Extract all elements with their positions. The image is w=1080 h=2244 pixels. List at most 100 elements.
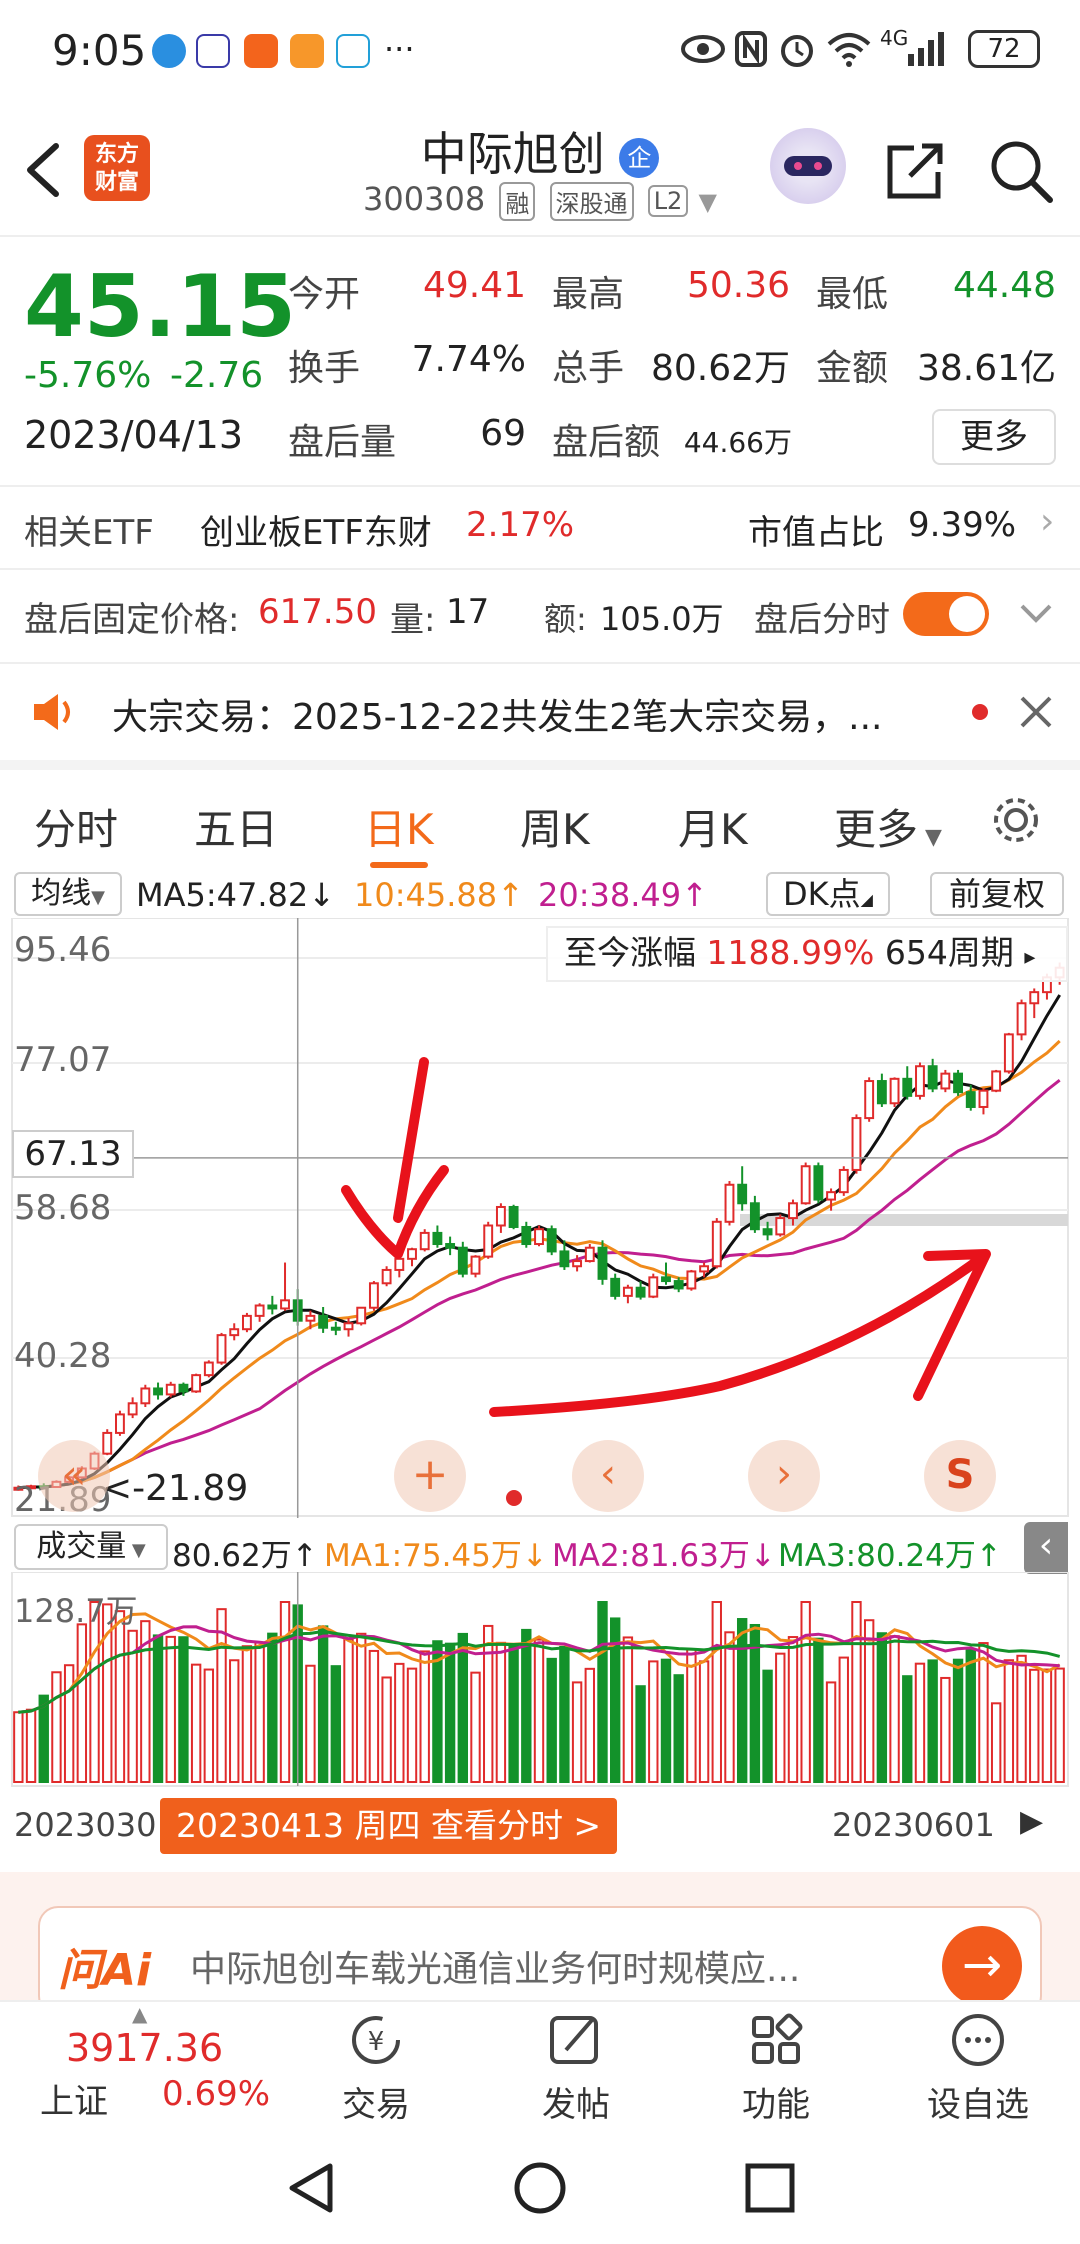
candle-up [788, 1202, 798, 1220]
app-notification-icon [244, 34, 278, 68]
tab-timeshare[interactable]: 分时 [34, 796, 118, 857]
volume-bar-up [394, 1662, 405, 1783]
candle-up [115, 1413, 125, 1434]
ma-selector[interactable]: 均线▼ [14, 872, 122, 916]
etf-name[interactable]: 创业板ETF东财 [200, 505, 432, 554]
nav-add-watchlist[interactable]: 设自选 [908, 2012, 1048, 2126]
scroll-start-button[interactable]: « [38, 1440, 110, 1512]
after-timeshare-toggle[interactable] [903, 592, 989, 636]
more-notifications-icon: ··· [384, 30, 415, 68]
volume-legend-row: 成交量 ▼ 80.62万↑ MA1:75.45万↓ MA2:81.63万↓ MA… [0, 1522, 1080, 1574]
scroll-right-button[interactable]: › [748, 1440, 820, 1512]
kline-svg[interactable] [0, 917, 1080, 1518]
candle-up [165, 1383, 176, 1396]
etf-row[interactable]: 相关ETF 创业板ETF东财 2.17% 市值占比 9.39% › [0, 485, 1080, 565]
turnover-value: 7.74% [411, 339, 526, 380]
volume-chart[interactable]: 128.7万 [0, 1571, 1080, 1792]
candle-down [521, 1225, 532, 1246]
open-label: 今开 [288, 274, 361, 315]
volume-max-label: 128.7万 [14, 1592, 138, 1630]
volume-bar-up [838, 1656, 849, 1783]
scroll-left-button[interactable]: ‹ [572, 1440, 644, 1512]
volume-bar-up [533, 1638, 545, 1783]
next-arrow-icon[interactable]: ▶ [1020, 1804, 1043, 1839]
after-volume-label: 盘后量 [288, 422, 397, 463]
volume-bar-up [51, 1671, 62, 1783]
volume-bar-down [444, 1642, 456, 1783]
volume-bar-up [356, 1632, 367, 1783]
collapse-panel-button[interactable]: ‹ [1024, 1522, 1068, 1574]
signal-s-button[interactable]: S [924, 1440, 996, 1512]
current-price: 45.15 [24, 257, 297, 357]
gain-since-badge[interactable]: 至今涨幅 1188.99% 654周期 ▸ [546, 926, 1068, 982]
volume-bar-up [190, 1663, 202, 1783]
candle-down [749, 1202, 760, 1231]
volume-bar-up [584, 1667, 595, 1783]
chevron-right-icon: › [1040, 501, 1055, 542]
settings-icon[interactable] [988, 792, 1044, 848]
candle-up [191, 1374, 202, 1393]
index-value[interactable]: 3917.36 [66, 2026, 223, 2070]
system-back-icon[interactable] [284, 2160, 340, 2216]
tab-more[interactable]: 更多 ▼ [834, 796, 942, 857]
candle-up [254, 1304, 265, 1317]
candle-up [648, 1276, 659, 1298]
volume-bar-up [825, 1681, 837, 1783]
candle-down [546, 1228, 557, 1253]
speaker-icon [34, 694, 70, 730]
volume-bar-up [711, 1601, 722, 1783]
dk-point-button[interactable]: DK点◢ [766, 872, 890, 916]
ask-ai-go-button[interactable]: → [942, 1926, 1022, 2006]
share-icon[interactable] [884, 140, 946, 202]
tab-five-day[interactable]: 五日 [194, 796, 278, 857]
index-name[interactable]: 上证 [40, 2074, 108, 2123]
system-recents-icon[interactable] [742, 2160, 798, 2216]
volume-bar-down [927, 1659, 938, 1783]
candle-down [432, 1231, 443, 1246]
volume-svg[interactable] [0, 1571, 1080, 1792]
svg-text:¥: ¥ [368, 2027, 385, 2057]
ask-ai-logo: 问Ai [58, 1945, 152, 1996]
eye-icon [681, 35, 725, 63]
vol-ma2: MA2:81.63万↓ [552, 1538, 776, 1574]
search-icon[interactable] [988, 138, 1054, 204]
ma10-line [18, 1039, 1061, 1490]
close-icon[interactable] [1018, 694, 1054, 730]
turnover-label: 换手 [288, 348, 361, 389]
zoom-in-button[interactable]: + [394, 1440, 466, 1512]
market-cap-label: 市值占比 [748, 513, 884, 553]
nav-trade[interactable]: ¥ 交易 [306, 2012, 446, 2126]
view-timeshare-button[interactable]: 20230413 周四 查看分时 > [160, 1798, 618, 1854]
ma-legend-row: 均线▼ MA5:47.82↓ 10:45.88↑ 20:38.49↑ DK点◢ … [0, 870, 1080, 918]
fixed-price-value: 617.50 [258, 592, 377, 632]
adjust-mode-button[interactable]: 前复权 [930, 872, 1064, 916]
active-tab-indicator [370, 862, 428, 868]
volume-bar-up [114, 1610, 126, 1784]
volume-bar-up [787, 1636, 799, 1783]
chart-tabs: 分时 五日 日K 周K 月K 更多 ▼ [0, 760, 1080, 870]
tab-weekly-k[interactable]: 周K [520, 796, 590, 857]
volume-bar-up [724, 1631, 735, 1783]
kline-chart[interactable]: 95.46 77.07 58.68 40.28 21.89 67.13 <-21… [0, 917, 1080, 1520]
notice-bar[interactable]: 大宗交易：2025-12-22共发生2笔大宗交易，... [0, 662, 1080, 758]
tab-daily-k[interactable]: 日K [364, 796, 434, 857]
notice-text[interactable]: 大宗交易：2025-12-22共发生2笔大宗交易，... [112, 688, 882, 740]
tab-monthly-k[interactable]: 月K [678, 796, 748, 857]
etf-change: 2.17% [466, 505, 575, 545]
candle-down [673, 1280, 684, 1290]
nav-post[interactable]: 发帖 [506, 2012, 646, 2126]
ask-ai-question[interactable]: 中际旭创车载光通信业务何时规模应... [190, 1940, 800, 1992]
index-change[interactable]: 0.69% [162, 2074, 270, 2114]
system-home-icon[interactable] [512, 2160, 568, 2216]
nav-functions[interactable]: 功能 [706, 2012, 846, 2126]
app-notification-icon [336, 34, 370, 68]
volume-selector[interactable]: 成交量 ▼ [14, 1524, 168, 1570]
volume-bar-up [775, 1652, 786, 1784]
candle-down [661, 1276, 671, 1283]
more-button[interactable]: 更多 [932, 409, 1056, 465]
candle-up [711, 1220, 722, 1268]
volume-bar-up [279, 1601, 291, 1783]
assistant-avatar[interactable] [770, 128, 846, 204]
candle-up [534, 1228, 544, 1246]
chevron-down-icon[interactable] [1018, 602, 1054, 626]
